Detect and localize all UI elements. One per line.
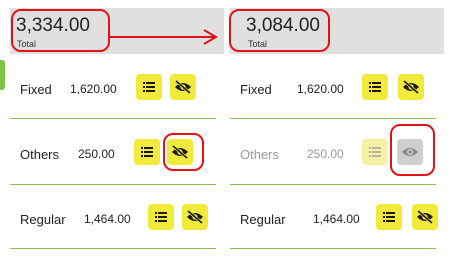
transition-arrow bbox=[110, 29, 218, 45]
